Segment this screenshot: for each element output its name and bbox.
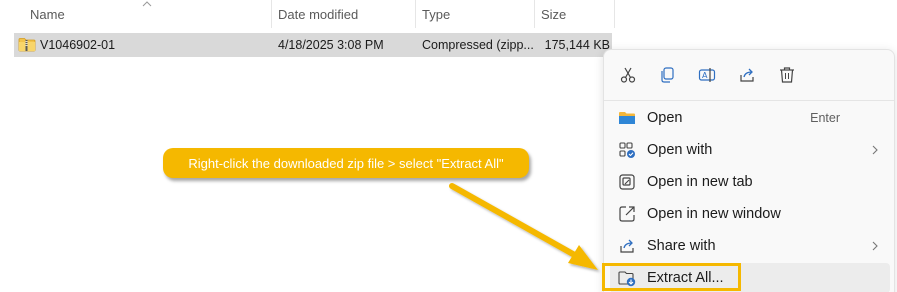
column-header: Name Date modified Type Size xyxy=(0,0,615,28)
menu-item-open[interactable]: Open Enter xyxy=(610,103,890,133)
file-size: 175,144 KB xyxy=(544,38,610,52)
column-size[interactable]: Size xyxy=(541,0,566,28)
column-divider[interactable] xyxy=(614,0,615,28)
column-divider[interactable] xyxy=(534,0,535,28)
menu-item-open-in-new-tab[interactable]: Open in new tab xyxy=(610,167,890,197)
menu-item-share-with[interactable]: Share with xyxy=(610,231,890,261)
file-date-modified: 4/18/2025 3:08 PM xyxy=(278,38,384,52)
new-window-icon xyxy=(619,206,635,222)
context-menu: A Open Enter Open with Open in new tab O… xyxy=(603,49,895,292)
share-with-icon xyxy=(620,239,634,253)
share-icon xyxy=(740,68,754,82)
new-tab-icon xyxy=(619,174,635,190)
column-type[interactable]: Type xyxy=(422,0,450,28)
chevron-right-icon xyxy=(872,145,878,155)
chevron-right-icon xyxy=(872,241,878,251)
column-name[interactable]: Name xyxy=(30,0,65,28)
delete-button[interactable] xyxy=(773,62,801,88)
rename-button[interactable]: A xyxy=(693,62,721,88)
file-name: V1046902-01 xyxy=(40,38,116,52)
quick-action-bar: A xyxy=(604,50,894,100)
column-date-modified[interactable]: Date modified xyxy=(278,0,358,28)
file-type: Compressed (zipp... xyxy=(422,38,534,52)
copy-icon xyxy=(661,67,674,83)
column-divider[interactable] xyxy=(271,0,272,28)
open-with-icon xyxy=(619,142,635,158)
extract-all-highlight xyxy=(602,263,741,291)
rename-icon: A xyxy=(698,68,716,82)
file-row[interactable]: V1046902-01 4/18/2025 3:08 PM Compressed… xyxy=(14,33,612,57)
shortcut-label: Enter xyxy=(810,111,840,125)
copy-button[interactable] xyxy=(653,62,681,88)
menu-divider xyxy=(604,100,894,101)
menu-item-open-in-new-window[interactable]: Open in new window xyxy=(610,199,890,229)
svg-text:A: A xyxy=(702,71,708,80)
column-divider[interactable] xyxy=(415,0,416,28)
share-button[interactable] xyxy=(733,62,761,88)
menu-item-open-with[interactable]: Open with xyxy=(610,135,890,165)
instruction-callout: Right-click the downloaded zip file > se… xyxy=(163,148,529,178)
sort-ascending-icon xyxy=(142,1,152,7)
cut-icon xyxy=(620,67,636,83)
cut-button[interactable] xyxy=(614,62,642,88)
delete-icon xyxy=(780,67,794,83)
zip-folder-icon xyxy=(18,38,36,52)
folder-icon xyxy=(619,112,635,124)
